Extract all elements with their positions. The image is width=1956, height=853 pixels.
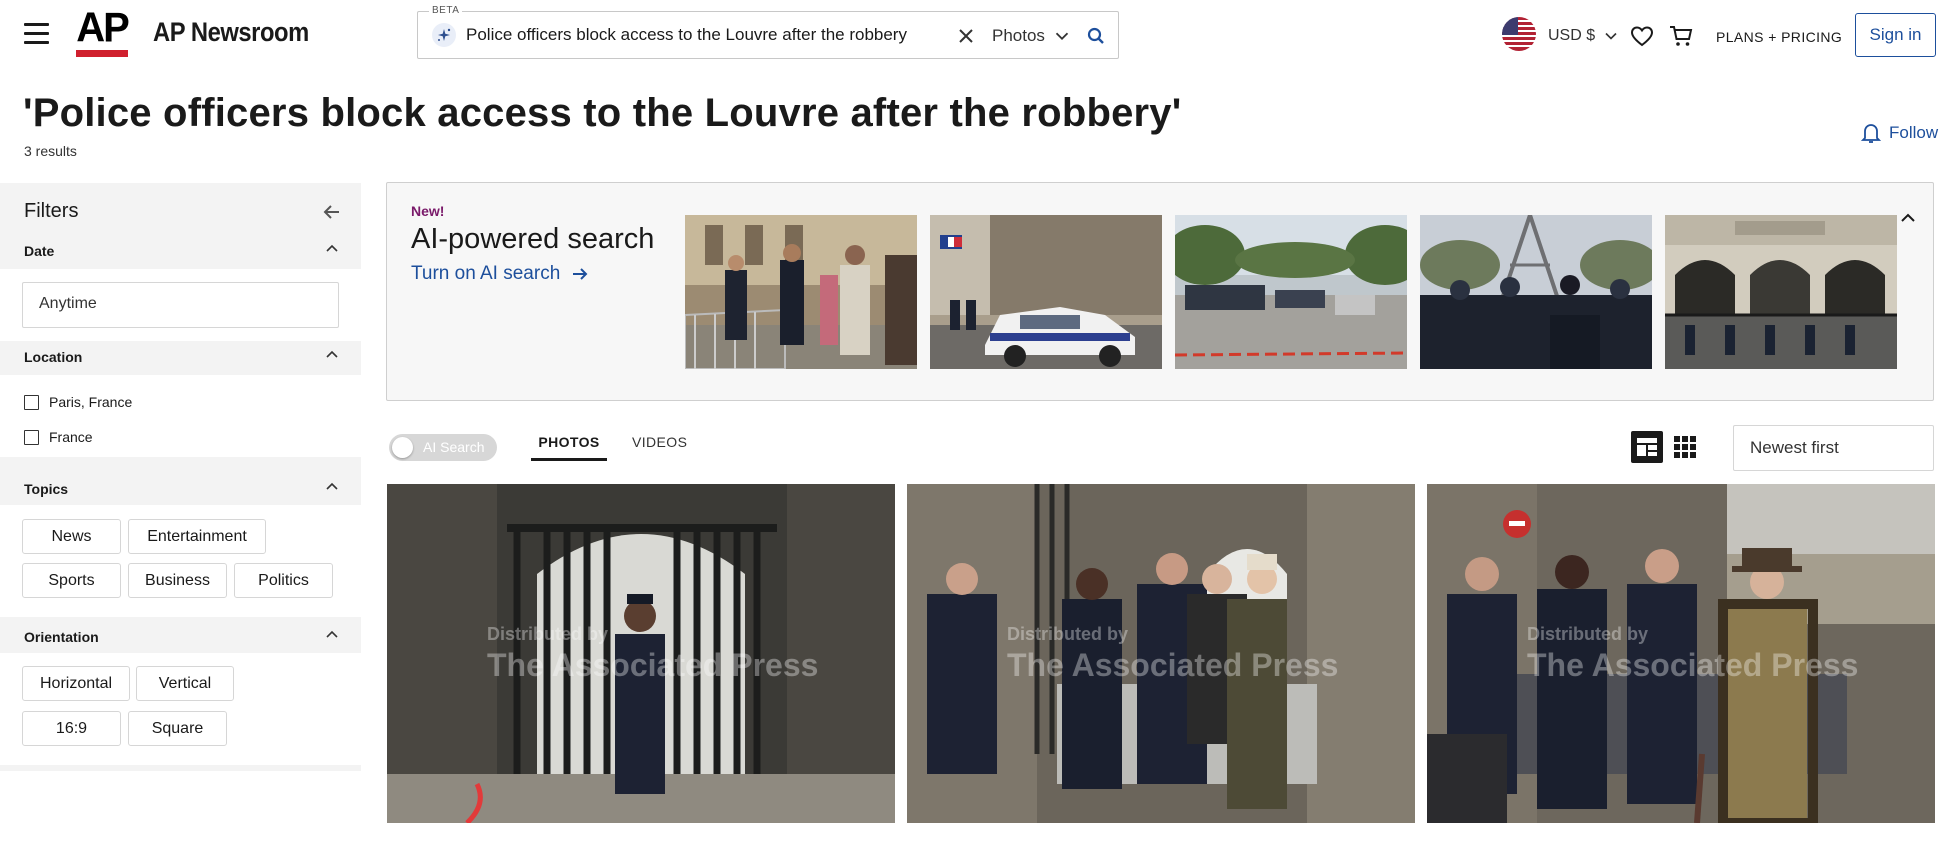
orientation-chip-vertical[interactable]: Vertical [136, 666, 234, 701]
media-type-dropdown[interactable]: Photos [992, 24, 1073, 48]
cart-icon[interactable] [1668, 24, 1694, 48]
ai-link-label: Turn on AI search [411, 263, 561, 284]
result-photo-1[interactable]: Distributed by The Associated Press [387, 484, 895, 823]
ai-thumbnail-5[interactable] [1665, 215, 1897, 369]
location-option-label: Paris, France [49, 394, 133, 410]
small-grid-view-icon[interactable] [1672, 434, 1698, 460]
toggle-knob [392, 437, 413, 458]
currency-value: USD $ [1548, 27, 1596, 44]
page-title: 'Police officers block access to the Lou… [23, 91, 1182, 135]
currency-dropdown[interactable]: USD $ [1548, 26, 1621, 46]
collapse-filters-icon[interactable] [321, 201, 343, 223]
chevron-up-icon[interactable] [1899, 209, 1917, 227]
search-bar[interactable]: Police officers block access to the Louv… [417, 11, 1119, 59]
hamburger-menu-icon[interactable] [24, 23, 49, 45]
location-section-label: Location [24, 349, 83, 365]
ai-search-toggle[interactable]: AI Search [389, 434, 497, 461]
follow-button[interactable]: Follow [1861, 122, 1938, 144]
ai-thumbnail-3[interactable] [1175, 215, 1407, 369]
location-option-paris[interactable]: Paris, France [24, 394, 132, 410]
chevron-up-icon[interactable] [324, 479, 340, 495]
top-header: AP AP Newsroom Police officers block acc… [0, 0, 1956, 72]
sort-dropdown[interactable]: Newest first [1733, 425, 1934, 471]
checkbox[interactable] [24, 394, 39, 410]
sign-in-button[interactable]: Sign in [1855, 13, 1936, 57]
orientation-chip-square[interactable]: Square [128, 711, 227, 746]
large-grid-view-icon[interactable] [1631, 431, 1663, 463]
search-input[interactable]: Police officers block access to the Louv… [466, 25, 926, 45]
result-photo-2[interactable]: Distributed by The Associated Press [907, 484, 1415, 823]
date-section-header[interactable]: Date [0, 243, 361, 261]
orientation-chip-horizontal[interactable]: Horizontal [22, 666, 130, 701]
orientation-section-label: Orientation [24, 629, 99, 645]
turn-on-ai-search-link[interactable]: Turn on AI search [411, 263, 590, 285]
tab-photos[interactable]: PHOTOS [531, 434, 607, 461]
us-flag-icon[interactable] [1502, 17, 1536, 51]
ai-thumbnail-2[interactable] [930, 215, 1162, 369]
follow-label: Follow [1889, 123, 1939, 142]
new-badge: New! [411, 203, 445, 219]
ai-promo-title: AI-powered search [411, 223, 655, 255]
location-option-label: France [49, 429, 93, 445]
location-section-header[interactable]: Location [0, 349, 361, 367]
checkbox[interactable] [24, 429, 39, 445]
chevron-up-icon[interactable] [324, 347, 340, 363]
chevron-up-icon[interactable] [324, 627, 340, 643]
topic-chip-politics[interactable]: Politics [234, 563, 333, 598]
bell-icon [1861, 124, 1881, 143]
topics-section-label: Topics [24, 481, 69, 497]
topic-chip-entertainment[interactable]: Entertainment [128, 519, 266, 554]
chevron-down-icon [1605, 32, 1617, 40]
date-section-label: Date [24, 243, 55, 259]
ai-search-promo: New! AI-powered search Turn on AI search [386, 182, 1934, 401]
location-option-france[interactable]: France [24, 429, 93, 445]
ap-logo-text: AP [76, 4, 130, 52]
date-dropdown[interactable]: Anytime [22, 282, 339, 328]
clear-search-icon[interactable] [954, 24, 978, 48]
result-count: 3 results [24, 143, 77, 159]
favorites-heart-icon[interactable] [1630, 25, 1654, 47]
brand-name[interactable]: AP Newsroom [153, 17, 309, 48]
ap-logo-bar [76, 50, 128, 57]
orientation-section-header[interactable]: Orientation [0, 629, 361, 647]
result-photo-3[interactable]: Distributed by The Associated Press [1427, 484, 1935, 823]
ap-logo[interactable]: AP [74, 4, 130, 60]
ai-thumbnail-1[interactable] [685, 215, 917, 369]
ai-search-toggle-label: AI Search [423, 439, 485, 455]
plans-pricing-link[interactable]: PLANS + PRICING [1716, 29, 1842, 45]
arrow-right-icon [573, 268, 588, 280]
topic-chip-sports[interactable]: Sports [22, 563, 121, 598]
topic-chip-business[interactable]: Business [128, 563, 227, 598]
chevron-down-icon [1055, 32, 1069, 41]
search-icon[interactable] [1084, 24, 1108, 48]
filters-heading: Filters [24, 200, 79, 222]
topic-chip-news[interactable]: News [22, 519, 121, 554]
tab-videos[interactable]: VIDEOS [632, 434, 687, 458]
topics-section-header[interactable]: Topics [0, 481, 361, 499]
orientation-chip-16-9[interactable]: 16:9 [22, 711, 121, 746]
ai-thumbnail-4[interactable] [1420, 215, 1652, 369]
chevron-up-icon[interactable] [324, 241, 340, 257]
media-type-value: Photos [992, 26, 1045, 45]
ai-sparkle-icon [432, 23, 456, 47]
beta-label: BETA [429, 5, 463, 16]
